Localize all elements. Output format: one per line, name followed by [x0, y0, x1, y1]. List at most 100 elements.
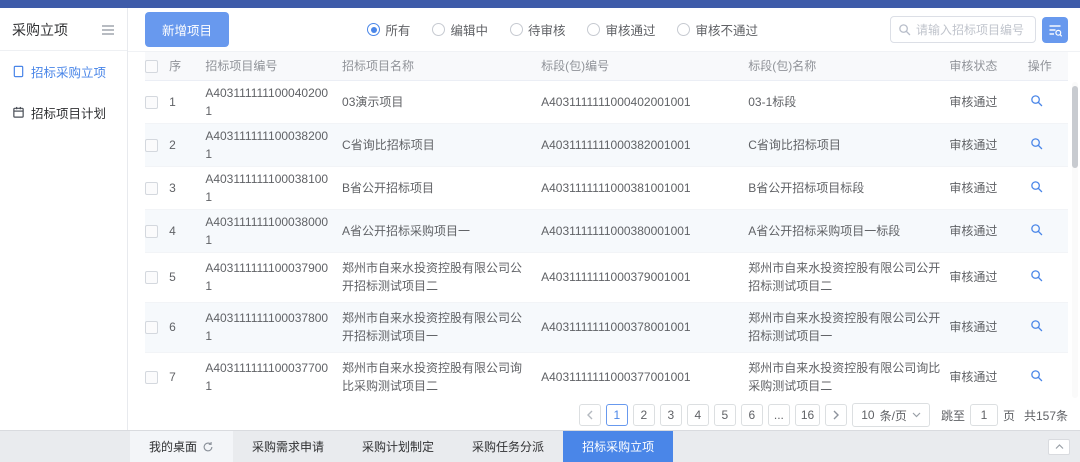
sidebar-item-bid-project-plan[interactable]: 招标项目计划 — [0, 92, 127, 133]
scrollbar-thumb[interactable] — [1072, 86, 1078, 168]
project-name: C省询比招标项目 — [342, 123, 541, 166]
section-name: B省公开招标项目标段 — [748, 166, 949, 209]
page-jump-input[interactable] — [970, 404, 998, 426]
filter-audit-rejected[interactable]: 审核不通过 — [677, 20, 758, 39]
table-header-row: 序 招标项目编号 招标项目名称 标段(包)编号 标段(包)名称 审核状态 操作 — [145, 52, 1068, 80]
project-number: A4031111111000402001 — [205, 80, 342, 123]
filter-audit-passed[interactable]: 审核通过 — [587, 20, 655, 39]
sidebar: 采购立项 招标采购立项 招标项目计划 — [0, 8, 128, 430]
header-seq: 序 — [169, 52, 205, 80]
section-name: 郑州市自来水投资控股有限公司询比采购测试项目二 — [748, 352, 949, 400]
row-checkbox[interactable] — [145, 139, 158, 152]
row-checkbox[interactable] — [145, 321, 158, 334]
view-detail-icon[interactable] — [1028, 135, 1045, 152]
page-button-16[interactable]: 16 — [795, 404, 820, 426]
table-row: 4 A4031111111000380001 A省公开招标采购项目一 A4031… — [145, 209, 1068, 252]
section-number: A4031111111000382001001 — [541, 123, 748, 166]
footer-tab-bar: 我的桌面 采购需求申请 采购计划制定 采购任务分派 招标采购立项 — [0, 430, 1080, 462]
section-name: A省公开招标采购项目一标段 — [748, 209, 949, 252]
advanced-search-button[interactable] — [1042, 17, 1068, 43]
status-filter-group: 所有 编辑中 待审核 审核通过 审核不通过 — [367, 20, 758, 39]
row-checkbox[interactable] — [145, 371, 158, 384]
tab-bid-procurement-initiation[interactable]: 招标采购立项 — [563, 431, 673, 462]
header-project-number: 招标项目编号 — [205, 52, 342, 80]
page-jump: 跳至 页 — [941, 404, 1015, 426]
table-row: 2 A4031111111000382001 C省询比招标项目 A4031111… — [145, 123, 1068, 166]
project-number: A4031111111000377001 — [205, 352, 342, 400]
radio-icon — [432, 23, 445, 36]
row-checkbox[interactable] — [145, 225, 158, 238]
table-scrollbar — [1072, 82, 1078, 398]
page-button-2[interactable]: 2 — [633, 404, 655, 426]
search-icon — [898, 23, 911, 36]
project-number: A4031111111000378001 — [205, 302, 342, 352]
page-button-1[interactable]: 1 — [606, 404, 628, 426]
add-project-button[interactable]: 新增项目 — [145, 12, 229, 47]
tab-my-desktop[interactable]: 我的桌面 — [130, 431, 233, 462]
sidebar-item-label: 招标项目计划 — [31, 103, 106, 122]
tab-procurement-task-dispatch[interactable]: 采购任务分派 — [453, 431, 563, 462]
sidebar-title: 采购立项 — [12, 20, 68, 40]
view-detail-icon[interactable] — [1028, 92, 1045, 109]
view-detail-icon[interactable] — [1028, 221, 1045, 238]
collapse-footer-button[interactable] — [1048, 439, 1070, 455]
pagination: 1 2 3 4 5 6 ... 16 10 条/页 跳至 页 — [128, 400, 1080, 430]
audit-status: 审核通过 — [949, 166, 1027, 209]
row-seq: 1 — [169, 80, 205, 123]
project-name: 03演示项目 — [342, 80, 541, 123]
main-panel: 新增项目 所有 编辑中 待审核 审核通过 审核不通过 — [128, 8, 1080, 430]
section-name: 郑州市自来水投资控股有限公司公开招标测试项目二 — [748, 252, 949, 302]
page-size-select[interactable]: 10 条/页 — [852, 403, 930, 427]
header-audit-status: 审核状态 — [949, 52, 1027, 80]
audit-status: 审核通过 — [949, 80, 1027, 123]
row-checkbox[interactable] — [145, 182, 158, 195]
page-button-3[interactable]: 3 — [660, 404, 682, 426]
page-button-5[interactable]: 5 — [714, 404, 736, 426]
view-detail-icon[interactable] — [1028, 267, 1045, 284]
audit-status: 审核通过 — [949, 302, 1027, 352]
row-checkbox[interactable] — [145, 96, 158, 109]
filter-pending-audit[interactable]: 待审核 — [510, 20, 566, 39]
view-detail-icon[interactable] — [1028, 367, 1045, 384]
view-detail-icon[interactable] — [1028, 178, 1045, 195]
search-input[interactable] — [916, 23, 1028, 37]
radio-icon — [677, 23, 690, 36]
section-name: 郑州市自来水投资控股有限公司公开招标测试项目一 — [748, 302, 949, 352]
sidebar-collapse-icon[interactable] — [101, 24, 115, 36]
projects-table: 序 招标项目编号 招标项目名称 标段(包)编号 标段(包)名称 审核状态 操作 … — [145, 52, 1068, 400]
view-detail-icon[interactable] — [1028, 317, 1045, 334]
tab-procurement-plan[interactable]: 采购计划制定 — [343, 431, 453, 462]
table-row: 6 A4031111111000378001 郑州市自来水投资控股有限公司公开招… — [145, 302, 1068, 352]
row-seq: 3 — [169, 166, 205, 209]
project-number: A4031111111000379001 — [205, 252, 342, 302]
audit-status: 审核通过 — [949, 123, 1027, 166]
filter-editing[interactable]: 编辑中 — [432, 20, 488, 39]
prev-page-button[interactable] — [579, 404, 601, 426]
header-project-name: 招标项目名称 — [342, 52, 541, 80]
row-checkbox[interactable] — [145, 271, 158, 284]
section-number: A4031111111000377001001 — [541, 352, 748, 400]
page-button-6[interactable]: 6 — [741, 404, 763, 426]
sidebar-item-bid-procurement-initiation[interactable]: 招标采购立项 — [0, 51, 127, 92]
page-ellipsis[interactable]: ... — [768, 404, 790, 426]
table-row: 5 A4031111111000379001 郑州市自来水投资控股有限公司公开招… — [145, 252, 1068, 302]
document-icon — [12, 65, 25, 78]
project-number: A4031111111000380001 — [205, 209, 342, 252]
project-name: 郑州市自来水投资控股有限公司公开招标测试项目二 — [342, 252, 541, 302]
section-number: A4031111111000380001001 — [541, 209, 748, 252]
select-all-checkbox[interactable] — [145, 60, 158, 73]
page-button-4[interactable]: 4 — [687, 404, 709, 426]
next-page-button[interactable] — [825, 404, 847, 426]
header-operation: 操作 — [1028, 52, 1068, 80]
table-row: 7 A4031111111000377001 郑州市自来水投资控股有限公司询比采… — [145, 352, 1068, 400]
filter-all[interactable]: 所有 — [367, 20, 410, 39]
toolbar: 新增项目 所有 编辑中 待审核 审核通过 审核不通过 — [128, 8, 1080, 52]
row-seq: 5 — [169, 252, 205, 302]
total-count: 共157条 — [1024, 407, 1068, 424]
row-seq: 7 — [169, 352, 205, 400]
row-seq: 4 — [169, 209, 205, 252]
audit-status: 审核通过 — [949, 352, 1027, 400]
tab-procurement-demand-apply[interactable]: 采购需求申请 — [233, 431, 343, 462]
section-number: A4031111111000381001001 — [541, 166, 748, 209]
section-name: C省询比招标项目 — [748, 123, 949, 166]
